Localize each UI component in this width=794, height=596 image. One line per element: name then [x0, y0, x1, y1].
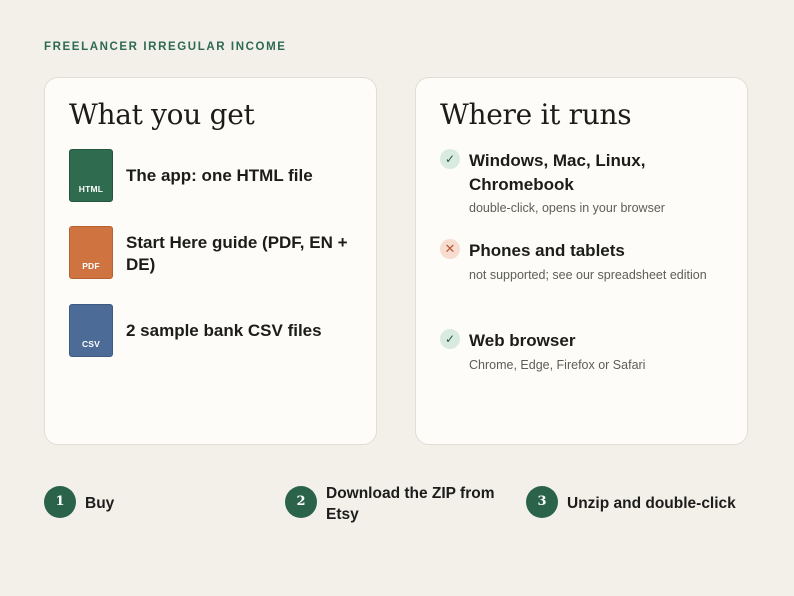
platform-title: Phones and tablets — [469, 241, 625, 260]
file-item-label: The app: one HTML file — [126, 166, 313, 185]
step-number-badge: 2 — [285, 486, 317, 518]
pdf-file-icon: PDF — [69, 226, 113, 279]
step-unzip: 3 Unzip and double-click — [526, 486, 766, 520]
cross-icon: ✕ — [440, 239, 460, 259]
file-item-label: Start Here guide (PDF, EN + DE) — [126, 233, 348, 274]
step-download: 2 Download the ZIP from Etsy — [285, 485, 510, 523]
platform-desc: double-click, opens in your browser — [469, 201, 665, 215]
where-it-runs-card: Where it runs ✓ Windows, Mac, Linux, Chr… — [415, 77, 748, 445]
page-kicker: FREELANCER IRREGULAR INCOME — [44, 41, 287, 53]
what-you-get-card: What you get HTML The app: one HTML file… — [44, 77, 377, 445]
where-it-runs-title: Where it runs — [440, 98, 632, 131]
file-ext-label: CSV — [81, 339, 101, 349]
step-number-badge: 3 — [526, 486, 558, 518]
check-icon: ✓ — [440, 149, 460, 169]
platform-title: Windows, Mac, Linux, Chromebook — [469, 151, 646, 194]
file-ext-label: PDF — [82, 261, 100, 271]
file-ext-label: HTML — [78, 184, 104, 194]
platform-title: Web browser — [469, 331, 576, 350]
platform-desc: Chrome, Edge, Firefox or Safari — [469, 358, 646, 372]
html-file-icon: HTML — [69, 149, 113, 202]
step-label: Unzip and double-click — [567, 495, 736, 512]
file-item-label: 2 sample bank CSV files — [126, 321, 322, 340]
platform-desc: not supported; see our spreadsheet editi… — [469, 268, 707, 282]
check-icon: ✓ — [440, 329, 460, 349]
step-buy: 1 Buy — [44, 486, 244, 520]
csv-file-icon: CSV — [69, 304, 113, 357]
step-label: Buy — [85, 495, 115, 512]
what-you-get-title: What you get — [69, 98, 255, 131]
step-label: Download the ZIP from Etsy — [326, 485, 495, 523]
step-number-badge: 1 — [44, 486, 76, 518]
